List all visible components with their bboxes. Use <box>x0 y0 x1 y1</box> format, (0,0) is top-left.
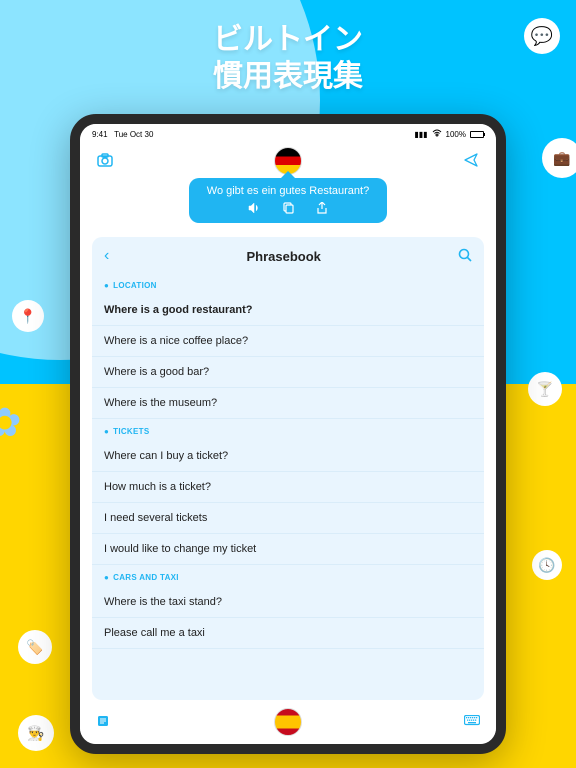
search-icon[interactable] <box>458 248 472 265</box>
promo-headline: ビルトイン 慣用表現集 <box>0 22 576 95</box>
screen: 9:41 Tue Oct 30 ▮▮▮ 100% W <box>80 124 496 744</box>
battery-icon <box>470 131 484 138</box>
statusbar-time: 9:41 <box>92 130 108 139</box>
car-icon <box>104 573 109 582</box>
share-icon[interactable] <box>316 202 328 217</box>
section-label: TICKETS <box>92 419 484 441</box>
headline-line1: ビルトイン <box>213 23 363 56</box>
bottombar <box>80 700 496 744</box>
pin-icon <box>104 281 109 290</box>
statusbar-left: 9:41 Tue Oct 30 <box>92 130 153 139</box>
phrase-row[interactable]: Where is a good restaurant? <box>92 295 484 326</box>
plane-icon[interactable] <box>462 152 480 171</box>
phrase-row[interactable]: How much is a ticket? <box>92 472 484 503</box>
tablet-frame: 9:41 Tue Oct 30 ▮▮▮ 100% W <box>70 114 506 754</box>
speaker-icon[interactable] <box>248 202 260 217</box>
signal-icon: ▮▮▮ <box>414 130 427 139</box>
clock-icon: 🕓 <box>532 550 562 580</box>
phrasebook-panel: ‹ Phrasebook LOCATIONWhere is a good res… <box>92 237 484 700</box>
statusbar: 9:41 Tue Oct 30 ▮▮▮ 100% <box>80 124 496 140</box>
phrase-row[interactable]: I need several tickets <box>92 503 484 534</box>
target-language-flag[interactable] <box>274 708 302 736</box>
translation-text: Wo gibt es ein gutes Restaurant? <box>207 185 369 197</box>
phrasebook-title: Phrasebook <box>246 249 320 264</box>
section-label: LOCATION <box>92 273 484 295</box>
wifi-icon <box>432 129 442 139</box>
cocktail-icon: 🍸 <box>528 372 562 406</box>
phrase-row[interactable]: Where is the taxi stand? <box>92 587 484 618</box>
copy-icon[interactable] <box>282 202 294 217</box>
phrasebook-list[interactable]: LOCATIONWhere is a good restaurant?Where… <box>92 273 484 649</box>
battery-pct: 100% <box>446 130 466 139</box>
briefcase-icon: 💼 <box>542 138 576 178</box>
tag-icon: 🏷️ <box>18 630 52 664</box>
section-label: CARS AND TAXI <box>92 565 484 587</box>
phrase-row[interactable]: Where can I buy a ticket? <box>92 441 484 472</box>
translation-bubble: Wo gibt es ein gutes Restaurant? <box>189 178 387 223</box>
ticket-icon <box>104 427 109 436</box>
phrase-row[interactable]: Where is the museum? <box>92 388 484 419</box>
chef-icon: 👨‍🍳 <box>18 715 54 751</box>
flower-icon: ✿ <box>0 400 36 448</box>
statusbar-date: Tue Oct 30 <box>114 130 153 139</box>
headline-line2: 慣用表現集 <box>0 59 576 96</box>
note-icon[interactable] <box>96 714 114 731</box>
bubble-actions <box>207 202 369 217</box>
phrase-row[interactable]: Where is a nice coffee place? <box>92 326 484 357</box>
phrase-row[interactable]: Where is a good bar? <box>92 357 484 388</box>
keyboard-icon[interactable] <box>462 714 480 730</box>
phrasebook-header: ‹ Phrasebook <box>92 237 484 273</box>
phrase-row[interactable]: I would like to change my ticket <box>92 534 484 565</box>
phrase-row[interactable]: Please call me a taxi <box>92 618 484 649</box>
camera-icon[interactable] <box>96 153 114 170</box>
back-button[interactable]: ‹ <box>104 247 109 265</box>
pin-icon: 📍 <box>12 300 44 332</box>
statusbar-right: ▮▮▮ 100% <box>414 129 484 139</box>
